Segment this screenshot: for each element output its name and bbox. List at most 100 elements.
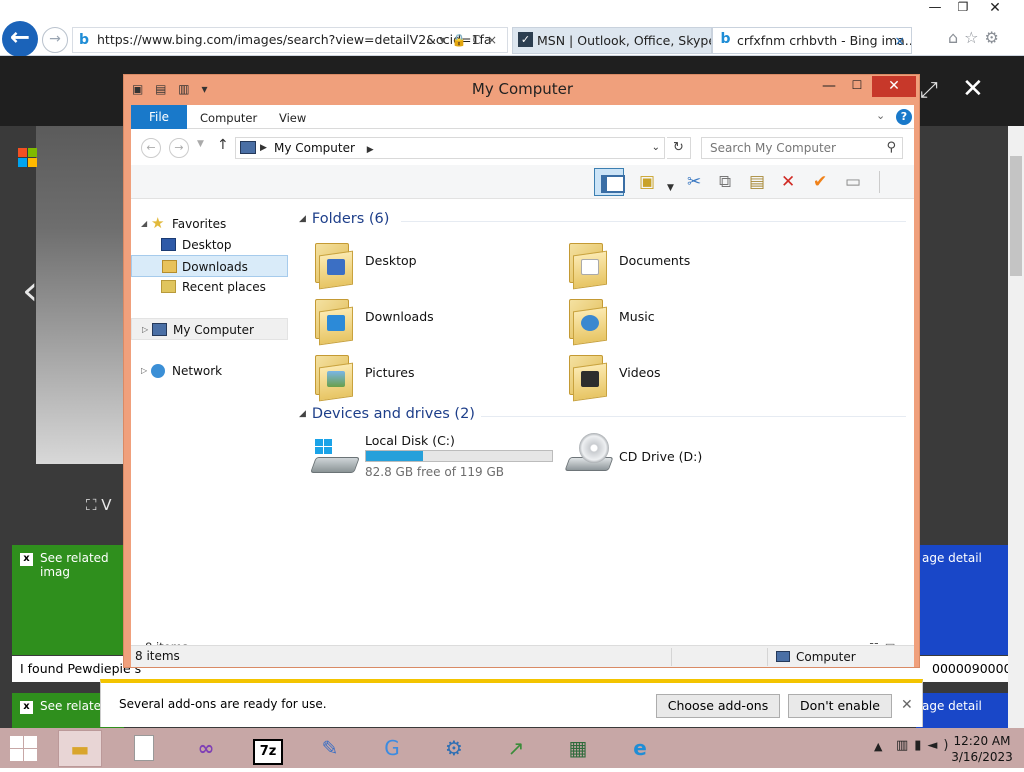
collapse-icon[interactable]: ◢ <box>299 409 306 419</box>
explorer-titlebar[interactable]: ▣ ▤ ▥ ▾ My Computer — ☐ ✕ <box>124 75 921 105</box>
properties-icon[interactable]: ▣ <box>639 171 655 193</box>
address-location[interactable]: My Computer <box>274 141 355 155</box>
refresh-button[interactable]: ↻ <box>667 137 691 159</box>
nav-forward-button[interactable]: → <box>169 138 189 158</box>
nav-item-downloads[interactable]: Downloads <box>131 255 288 277</box>
address-bar[interactable]: b https://www.bing.com/images/search?vie… <box>72 27 508 53</box>
folder-item[interactable]: Desktop <box>313 239 553 291</box>
tab-msn[interactable]: ✓ MSN | Outlook, Office, Skype, ... <box>512 27 712 54</box>
nav-item-my-computer[interactable]: ▷ My Computer <box>131 318 288 340</box>
close-icon[interactable]: x <box>20 701 33 714</box>
recent-locations-icon[interactable]: ▼ <box>197 139 204 149</box>
tab-computer[interactable]: Computer <box>200 105 257 129</box>
taskbar-file-explorer-icon[interactable]: ▬ <box>58 730 102 767</box>
taskbar-refresh-app-icon[interactable]: G <box>370 730 414 767</box>
bing-icon: b <box>79 32 90 48</box>
msn-icon: ✓ <box>518 32 533 47</box>
drive-free-space: 82.8 GB free of 119 GB <box>365 465 504 479</box>
minimize-button[interactable]: — <box>924 0 946 18</box>
taskbar-wordpad-icon[interactable]: ✎ <box>308 730 352 767</box>
forward-button[interactable]: → <box>42 27 68 53</box>
drive-usage-bar <box>365 450 553 462</box>
chevron-down-icon[interactable]: ▼ <box>667 177 674 199</box>
nav-back-button[interactable]: ← <box>141 138 161 158</box>
explorer-body: File Computer View ⌄ ? ← → ▼ ↑ ▶ My Comp… <box>131 105 914 662</box>
system-clock[interactable]: 12:20 AM 3/16/2023 <box>946 733 1018 765</box>
close-window-button[interactable]: ✕ <box>984 0 1006 18</box>
explorer-minimize-button[interactable]: — <box>816 78 842 98</box>
background-image <box>36 126 124 464</box>
up-button[interactable]: ↑ <box>217 137 229 153</box>
folder-item[interactable]: Music <box>567 295 807 347</box>
show-hidden-icons[interactable]: ▲ <box>874 740 882 753</box>
drive-item-d[interactable]: CD Drive (D:) <box>564 433 765 487</box>
drive-name: CD Drive (D:) <box>619 449 703 464</box>
rename-icon[interactable]: ▭ <box>845 171 861 193</box>
taskbar-internet-explorer-icon[interactable]: e <box>618 730 662 767</box>
ie-tools-icons[interactable]: ⌂☆⚙ <box>948 28 1020 50</box>
nav-item-recent-places[interactable]: Recent places <box>131 276 288 298</box>
restore-button[interactable]: ❐ <box>952 0 974 18</box>
close-notification-icon[interactable]: ✕ <box>901 697 913 713</box>
expand-icon[interactable]: ▷ <box>141 360 147 382</box>
nav-item-favorites[interactable]: ◢ ★ Favorites <box>131 213 288 235</box>
cut-icon[interactable]: ✂ <box>687 171 701 193</box>
folder-item[interactable]: Downloads <box>313 295 553 347</box>
taskbar-7zip-icon[interactable]: 7z <box>246 730 290 767</box>
taskbar-network-tool-icon[interactable]: ⚙ <box>432 730 476 767</box>
choose-addons-button[interactable]: Choose add-ons <box>656 694 780 718</box>
computer-icon <box>240 141 256 154</box>
close-icon[interactable]: x <box>20 553 33 566</box>
tab-file[interactable]: File <box>131 105 187 129</box>
taskbar-document-app-icon[interactable]: ▦ <box>556 730 600 767</box>
related-card-right[interactable]: age detail <box>916 545 1008 655</box>
collapse-icon[interactable]: ◢ <box>299 214 306 224</box>
chevron-right-icon[interactable]: ▶ <box>260 138 267 158</box>
taskbar-notepad-icon[interactable] <box>122 730 166 767</box>
folder-item[interactable]: Pictures <box>313 351 553 403</box>
nav-label: Favorites <box>172 217 227 231</box>
help-icon[interactable]: ? <box>896 109 912 125</box>
expand-icon[interactable]: ▷ <box>142 319 148 341</box>
related-label: See related imag <box>40 551 109 579</box>
explorer-address-bar[interactable]: ▶ My Computer ▶ ⌄ <box>235 137 665 159</box>
checkmark-icon[interactable]: ✔ <box>813 171 827 193</box>
taskbar-chart-app-icon[interactable]: ↗ <box>494 730 538 767</box>
folder-item[interactable]: Videos <box>567 351 807 403</box>
chevron-down-icon[interactable]: ⌄ <box>652 138 660 158</box>
expand-icon[interactable]: ⤢ <box>920 78 938 103</box>
tab-view[interactable]: View <box>279 105 306 129</box>
expand-ribbon-icon[interactable]: ⌄ <box>876 109 885 122</box>
nav-item-network[interactable]: ▷ Network <box>131 360 288 382</box>
chevron-right-icon[interactable]: ▶ <box>367 145 374 155</box>
collapse-icon[interactable]: ◢ <box>141 213 147 235</box>
related-card[interactable]: x See related imag <box>12 545 124 655</box>
taskbar-visual-studio-icon[interactable]: ∞ <box>184 730 228 767</box>
back-button[interactable]: ← <box>2 21 38 57</box>
devices-group-header[interactable]: ◢ Devices and drives (2) <box>299 406 475 422</box>
explorer-maximize-button[interactable]: ☐ <box>844 78 870 98</box>
visual-search-icon[interactable]: ⛶ V <box>86 496 112 514</box>
related-card-right[interactable]: age detail <box>916 693 1008 729</box>
folder-item[interactable]: Documents <box>567 239 807 291</box>
close-overlay-icon[interactable]: ✕ <box>962 74 984 104</box>
tab-bing[interactable]: b crfxfnm crhbvth - Bing ima... × <box>712 27 912 54</box>
drive-item-c[interactable]: Local Disk (C:) 82.8 GB free of 119 GB <box>310 433 561 487</box>
previous-image-icon[interactable]: ‹ <box>22 268 38 314</box>
navigation-pane-layout-button[interactable] <box>594 168 625 196</box>
explorer-close-button[interactable]: ✕ <box>872 76 916 97</box>
caption-right[interactable]: 000009000000... <box>928 656 1008 682</box>
computer-icon <box>776 651 790 662</box>
delete-icon[interactable]: ✕ <box>781 171 795 193</box>
dont-enable-button[interactable]: Don't enable <box>788 694 892 718</box>
page-scrollbar-thumb[interactable] <box>1010 156 1022 276</box>
computer-icon <box>152 323 167 336</box>
paste-icon[interactable]: ▤ <box>749 171 765 193</box>
folders-group-header[interactable]: ◢ Folders (6) <box>299 211 389 227</box>
tab-close-icon[interactable]: × <box>895 28 905 53</box>
nav-item-desktop[interactable]: Desktop <box>131 234 288 256</box>
address-actions-icons[interactable]: ⌕▾🔒C× <box>427 28 503 52</box>
copy-icon[interactable]: ⧉ <box>719 171 731 193</box>
start-button[interactable] <box>8 734 40 762</box>
search-input[interactable]: Search My Computer ⚲ <box>701 137 903 159</box>
